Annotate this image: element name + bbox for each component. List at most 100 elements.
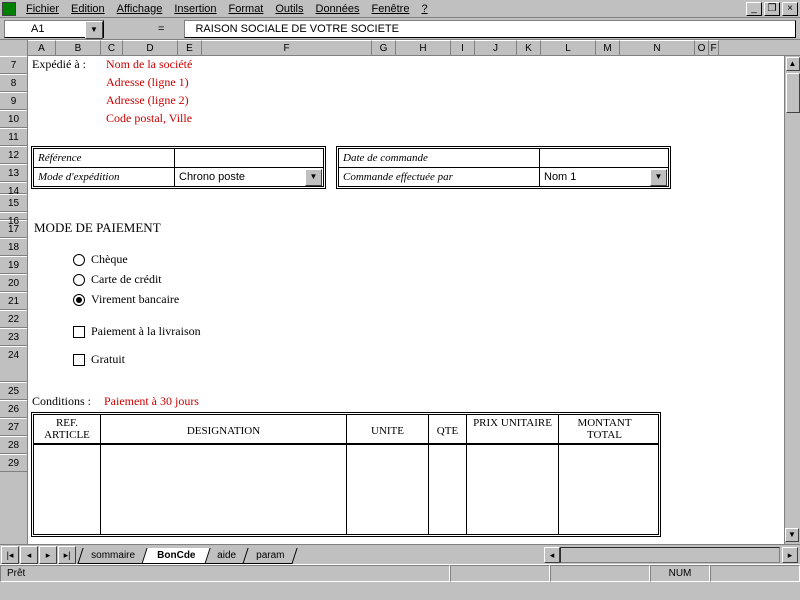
restore-button[interactable]: ❐	[764, 2, 780, 16]
separator-dots: · · · · · · · · · · · · · · · · · · · · …	[34, 238, 694, 242]
column-header[interactable]: I	[451, 40, 475, 55]
checkbox-free[interactable]: Gratuit	[73, 352, 125, 367]
tab-nav-next[interactable]: ▸	[39, 546, 57, 564]
menu-file[interactable]: Fichier	[20, 2, 65, 16]
row-header[interactable]: 11	[0, 128, 27, 146]
row-header[interactable]: 8	[0, 74, 27, 92]
table-col[interactable]	[346, 445, 428, 534]
table-col[interactable]	[558, 445, 650, 534]
row-header[interactable]: 26	[0, 400, 27, 418]
row-header[interactable]: 17	[0, 220, 27, 238]
tab-boncde[interactable]: BonCde	[141, 548, 211, 564]
formula-input[interactable]: RAISON SOCIALE DE VOTRE SOCIETE	[184, 20, 796, 38]
table-col[interactable]	[428, 445, 466, 534]
radio-cheque[interactable]: Chèque	[73, 252, 128, 267]
menu-tools[interactable]: Outils	[269, 2, 309, 16]
conditions-value[interactable]: Paiement à 30 jours	[104, 394, 199, 409]
menu-insert[interactable]: Insertion	[168, 2, 222, 16]
row-header[interactable]: 19	[0, 256, 27, 274]
table-col[interactable]	[466, 445, 558, 534]
column-header[interactable]: K	[517, 40, 541, 55]
column-header[interactable]: E	[178, 40, 202, 55]
column-header[interactable]: H	[396, 40, 451, 55]
tab-param[interactable]: param	[243, 548, 299, 564]
shipto-company[interactable]: Nom de la société	[106, 57, 192, 72]
column-header[interactable]: M	[596, 40, 620, 55]
minimize-button[interactable]: _	[746, 2, 762, 16]
scroll-up-icon[interactable]: ▲	[786, 57, 800, 71]
row-header[interactable]: 24	[0, 346, 27, 382]
column-header[interactable]: B	[56, 40, 101, 55]
reference-label: Référence	[34, 149, 174, 167]
row-header[interactable]: 25	[0, 382, 27, 400]
column-header[interactable]: A	[28, 40, 56, 55]
col-qte: QTE	[428, 415, 466, 443]
formula-equals: =	[104, 23, 184, 35]
scroll-down-icon[interactable]: ▼	[785, 528, 799, 542]
row-header[interactable]: 10	[0, 110, 27, 128]
shipto-city[interactable]: Code postal, Ville	[106, 111, 192, 126]
order-date-value[interactable]	[539, 149, 668, 167]
sheet-content[interactable]: Expédié à : Nom de la société Adresse (l…	[28, 56, 784, 544]
radio-credit-card[interactable]: Carte de crédit	[73, 272, 162, 287]
table-col[interactable]	[100, 445, 346, 534]
row-header[interactable]: 18	[0, 238, 27, 256]
close-button[interactable]: ×	[782, 2, 798, 16]
scroll-thumb[interactable]	[786, 73, 800, 113]
tab-nav-prev[interactable]: ◂	[20, 546, 38, 564]
line-items-table: REF. ARTICLE DESIGNATION UNITE QTE PRIX …	[31, 412, 661, 537]
menu-format[interactable]: Format	[223, 2, 270, 16]
radio-icon	[73, 274, 85, 286]
row-header[interactable]: 27	[0, 418, 27, 436]
column-header[interactable]: F	[202, 40, 372, 55]
scroll-right-icon[interactable]: ▸	[782, 547, 798, 563]
column-header[interactable]: N	[620, 40, 695, 55]
shipto-addr2[interactable]: Adresse (ligne 2)	[106, 93, 189, 108]
radio-credit-label: Carte de crédit	[91, 272, 162, 287]
column-header[interactable]: J	[475, 40, 517, 55]
tab-sommaire[interactable]: sommaire	[77, 548, 148, 564]
checkbox-cod[interactable]: Paiement à la livraison	[73, 324, 201, 339]
scroll-left-icon[interactable]: ◂	[544, 547, 560, 563]
radio-wire-transfer[interactable]: Virement bancaire	[73, 292, 179, 307]
row-header[interactable]: 21	[0, 292, 27, 310]
column-header[interactable]: D	[123, 40, 178, 55]
row-header[interactable]: 16	[0, 212, 27, 220]
column-header[interactable]: F	[709, 40, 719, 55]
menu-window[interactable]: Fenêtre	[366, 2, 416, 16]
row-header[interactable]: 12	[0, 146, 27, 164]
column-header[interactable]: G	[372, 40, 396, 55]
row-header[interactable]: 9	[0, 92, 27, 110]
menu-help[interactable]: ?	[415, 2, 433, 16]
row-header[interactable]: 22	[0, 310, 27, 328]
vertical-scrollbar[interactable]: ▲ ▼	[784, 56, 800, 544]
row-header[interactable]: 23	[0, 328, 27, 346]
table-col[interactable]	[34, 445, 100, 534]
column-header[interactable]: L	[541, 40, 596, 55]
row-header[interactable]: 14	[0, 182, 27, 194]
menu-edit[interactable]: Edition	[65, 2, 111, 16]
name-box[interactable]: A1	[4, 20, 104, 38]
worksheet: ABCDEFGHIJKLMNOF 78910111213141516171819…	[0, 40, 800, 564]
row-header[interactable]: 20	[0, 274, 27, 292]
order-by-dropdown[interactable]: Nom 1	[539, 168, 668, 186]
menu-data[interactable]: Données	[310, 2, 366, 16]
radio-icon	[73, 254, 85, 266]
column-header[interactable]: O	[695, 40, 709, 55]
ship-mode-dropdown[interactable]: Chrono poste	[174, 168, 323, 186]
column-header[interactable]: C	[101, 40, 123, 55]
row-header[interactable]: 7	[0, 56, 27, 74]
row-header[interactable]: 29	[0, 454, 27, 472]
col-unite: UNITE	[346, 415, 428, 443]
reference-value[interactable]	[174, 149, 323, 167]
select-all-corner[interactable]	[0, 40, 28, 56]
row-header[interactable]: 15	[0, 194, 27, 212]
row-header[interactable]: 28	[0, 436, 27, 454]
shipto-addr1[interactable]: Adresse (ligne 1)	[106, 75, 189, 90]
row-header[interactable]: 13	[0, 164, 27, 182]
tab-nav-first[interactable]: |◂	[1, 546, 19, 564]
tab-nav-last[interactable]: ▸|	[58, 546, 76, 564]
menu-view[interactable]: Affichage	[111, 2, 169, 16]
horizontal-scrollbar[interactable]: ◂ ▸	[294, 545, 800, 564]
menu-bar: Fichier Edition Affichage Insertion Form…	[0, 0, 800, 18]
